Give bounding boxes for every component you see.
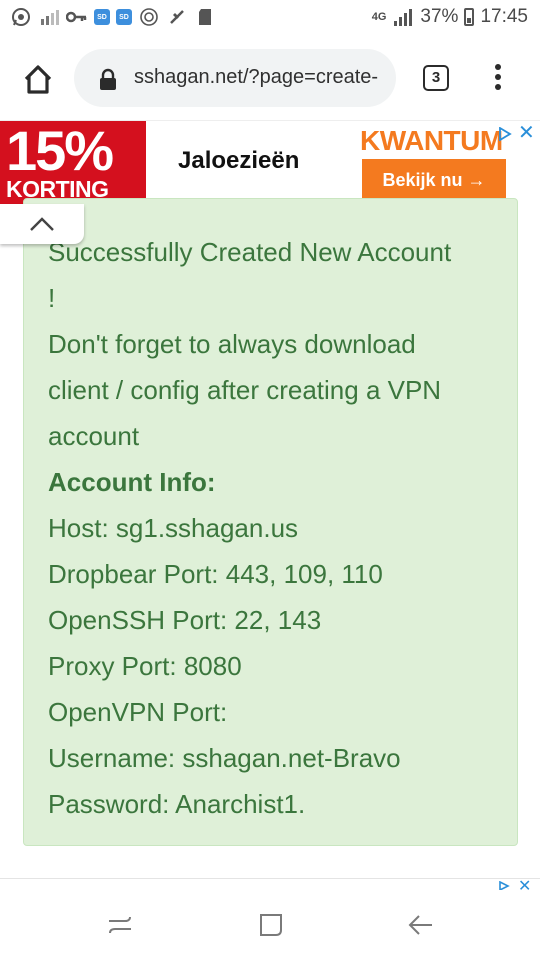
tab-switcher-button[interactable]: 3 [423,65,449,91]
password-line: Password: Anarchist1. [48,789,306,819]
recents-button[interactable] [105,912,135,938]
ad-promo-percent: 15% [6,119,114,182]
recents-icon [109,916,131,934]
home-icon [24,65,52,94]
success-alert: Successfully Created New Account ! Don't… [23,198,518,846]
storage-icon [194,6,216,28]
url-text[interactable]: sshagan.net/?page=create- [134,66,390,89]
dropbear-port-line: Dropbear Port: 443, 109, 110 [48,559,383,589]
system-nav-bar [0,890,540,960]
battery-icon [464,8,475,26]
back-button[interactable] [406,912,436,938]
home-button[interactable] [18,60,58,100]
ad-promo-block: 15% KORTING [0,121,146,205]
overflow-menu-icon[interactable] [490,64,506,94]
download-reminder: client / config after creating a VPN [48,375,442,405]
whatsapp-icon [10,6,32,28]
back-arrow-icon [408,915,432,935]
network-type: 4G [371,11,387,23]
address-bar[interactable]: sshagan.net/?page=create- [74,49,396,107]
username-line: Username: sshagan.net-Bravo [48,743,401,773]
ad-brand-logo: KWANTUM [360,125,503,156]
success-title: Successfully Created New Account [48,237,452,267]
cell-signal-icon [392,6,414,28]
host-line: Host: sg1.sshagan.us [48,513,299,543]
proxy-port-line: Proxy Port: 8080 [48,651,242,681]
success-exclamation: ! [48,283,56,313]
status-bar: SD SD 4G 37% 17:45 [0,0,540,38]
sd-card-icon: SD [94,9,110,25]
ad-close-button[interactable]: ✕ [518,123,535,143]
system-indicators: 4G 37% 17:45 [372,6,528,28]
notification-icons: SD SD [10,6,216,28]
sync-icon [138,6,160,28]
ad-cta-button[interactable]: Bekijk nu → [362,159,506,201]
ad-collapse-button[interactable] [0,204,84,244]
ad-product-name: Jaloezieën [178,147,300,174]
lock-icon [100,68,116,90]
download-reminder: Don't forget to always download [48,329,416,359]
home-square-icon [260,914,282,936]
key-icon [66,6,88,28]
openvpn-port-line: OpenVPN Port: [48,697,228,727]
no-data-icon [166,6,188,28]
sd-card-icon: SD [116,9,132,25]
home-nav-button[interactable] [256,912,286,938]
ad-banner[interactable]: 15% KORTING Jaloezieën KWANTUM Bekijk nu… [0,120,540,205]
chevron-up-icon [30,217,54,231]
download-reminder: account [48,421,140,451]
openssh-port-line: OpenSSH Port: 22, 143 [48,605,322,635]
account-info-heading: Account Info: [48,467,216,497]
adchoices-icon[interactable] [498,127,512,141]
signal-icon [38,6,60,28]
account-message: Successfully Created New Account ! Don't… [48,229,488,827]
battery-percent: 37% [420,6,459,27]
browser-toolbar: sshagan.net/?page=create- 3 [0,38,540,120]
clock: 17:45 [480,6,528,27]
